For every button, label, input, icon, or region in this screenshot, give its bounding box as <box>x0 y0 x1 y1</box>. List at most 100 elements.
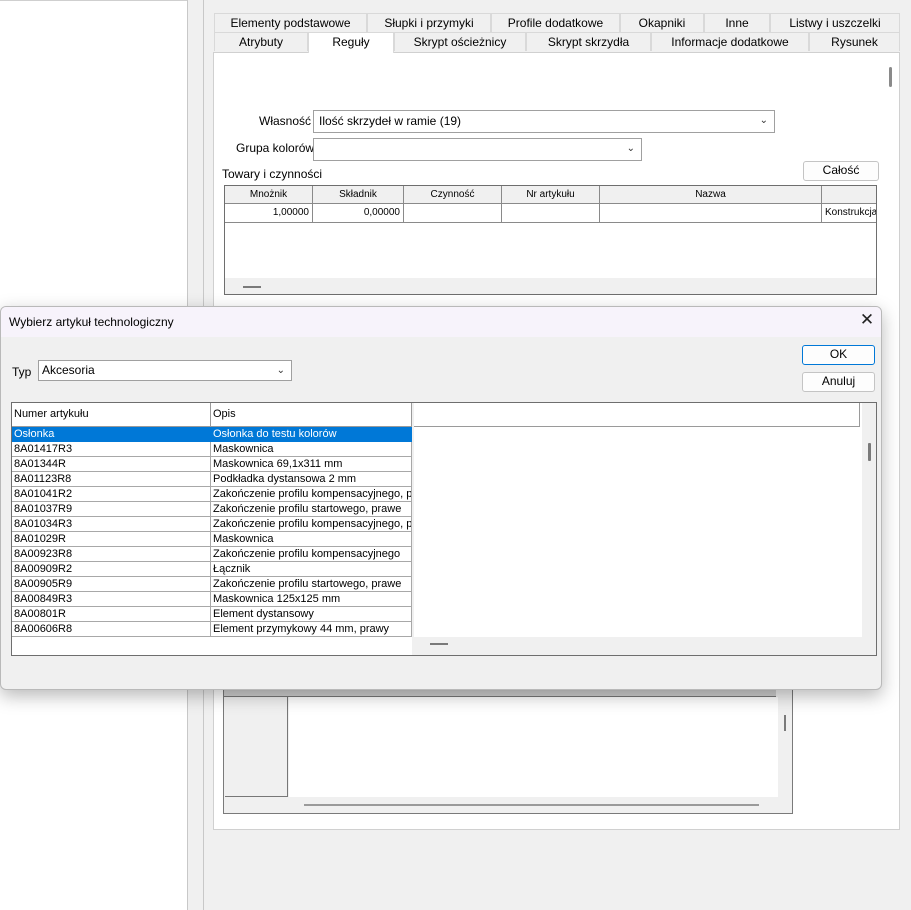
article-description: Zakończenie profilu kompensacyjnego, p <box>211 487 412 502</box>
tab-elementy-podstawowe[interactable]: Elementy podstawowe <box>214 13 367 32</box>
horizontal-scrollbar[interactable] <box>225 278 876 294</box>
panel-scrollbar-thumb[interactable] <box>889 67 892 87</box>
article-description: Łącznik <box>211 562 412 577</box>
chevron-down-icon: ⌄ <box>759 115 768 126</box>
color-group-select[interactable]: ⌄ <box>313 138 642 161</box>
list-item[interactable]: 8A01029R Maskownica <box>12 532 412 547</box>
list-item[interactable]: 8A00801R Element dystansowy <box>12 607 412 622</box>
article-number: 8A01034R3 <box>12 517 211 532</box>
lower-grid[interactable] <box>223 684 793 814</box>
list-item[interactable]: 8A00849R3 Maskownica 125x125 mm <box>12 592 412 607</box>
article-description: Podkładka dystansowa 2 mm <box>211 472 412 487</box>
article-description: Zakończenie profilu startowego, prawe <box>211 577 412 592</box>
article-number: Osłonka <box>12 427 211 442</box>
list-item[interactable]: 8A00606R8 Element przymykowy 44 mm, prawy <box>12 622 412 637</box>
list-item[interactable]: 8A01041R2 Zakończenie profilu kompensacyj… <box>12 487 412 502</box>
tab-reguly[interactable]: Reguły <box>308 32 394 53</box>
list-item[interactable]: 8A01034R3 Zakończenie profilu kompensacyj… <box>12 517 412 532</box>
article-description: Element dystansowy <box>211 607 412 622</box>
column-header[interactable]: Nazwa <box>600 186 822 204</box>
tab-okapniki[interactable]: Okapniki <box>620 13 704 32</box>
grid-cell[interactable]: 0,00000 <box>313 204 404 223</box>
column-header[interactable] <box>822 186 876 204</box>
article-description: Element przymykowy 44 mm, prawy <box>211 622 412 637</box>
article-description: Zakończenie profilu startowego, prawe <box>211 502 412 517</box>
type-select[interactable]: Akcesoria ⌄ <box>38 360 292 381</box>
list-item[interactable]: 8A01123R8 Podkładka dystansowa 2 mm <box>12 472 412 487</box>
tab-informacje-dodatkowe[interactable]: Informacje dodatkowe <box>651 32 809 51</box>
list-item[interactable]: 8A00909R2 Łącznik <box>12 562 412 577</box>
article-number: 8A00905R9 <box>12 577 211 592</box>
article-list[interactable]: Numer artykułu Opis Osłonka Osłonka do te… <box>11 402 877 656</box>
column-header[interactable]: Mnożnik <box>225 186 313 204</box>
lower-grid-row-header <box>225 697 288 797</box>
tab-inne[interactable]: Inne <box>704 13 770 32</box>
property-select[interactable]: Ilość skrzydeł w ramie (19) ⌄ <box>313 110 775 133</box>
article-number: 8A00801R <box>12 607 211 622</box>
article-description: Maskownica 69,1x311 mm <box>211 457 412 472</box>
article-number: 8A00923R8 <box>12 547 211 562</box>
tab-listwy[interactable]: Listwy i uszczelki <box>770 13 900 32</box>
article-description: Maskownica <box>211 532 412 547</box>
column-header[interactable]: Nr artykułu <box>502 186 600 204</box>
article-number: 8A00909R2 <box>12 562 211 577</box>
grid-cell[interactable]: 1,00000 <box>225 204 313 223</box>
all-button[interactable]: Całość <box>803 161 879 181</box>
article-number: 8A01041R2 <box>12 487 211 502</box>
tab-skrypt-skrzydla[interactable]: Skrypt skrzydła <box>526 32 651 51</box>
ok-button[interactable]: OK <box>802 345 875 365</box>
grid-cell[interactable] <box>502 204 600 223</box>
property-label: Własność <box>259 114 312 128</box>
article-number: 8A00849R3 <box>12 592 211 607</box>
tab-rysunek[interactable]: Rysunek <box>809 32 900 51</box>
article-description: Osłonka do testu kolorów <box>211 427 412 442</box>
column-header-number[interactable]: Numer artykułu <box>12 403 211 427</box>
color-group-label: Grupa kolorów <box>236 141 315 155</box>
article-description: Zakończenie profilu kompensacyjnego, p <box>211 517 412 532</box>
property-select-value: Ilość skrzydeł w ramie (19) <box>319 114 462 128</box>
grid-cell[interactable]: Konstrukcja <box>822 204 876 223</box>
article-description: Maskownica <box>211 442 412 457</box>
grid-cell[interactable] <box>404 204 502 223</box>
column-header-empty <box>414 403 860 427</box>
column-header[interactable]: Czynność <box>404 186 502 204</box>
scrollbar-thumb[interactable] <box>868 443 871 461</box>
list-empty-area <box>414 403 862 637</box>
article-number: 8A01344R <box>12 457 211 472</box>
list-item[interactable]: 8A00905R9 Zakończenie profilu startowego,… <box>12 577 412 592</box>
type-label: Typ <box>12 365 32 379</box>
scrollbar-thumb[interactable] <box>784 715 786 731</box>
list-item[interactable]: 8A01417R3 Maskownica <box>12 442 412 457</box>
type-select-value: Akcesoria <box>42 363 95 377</box>
select-article-dialog: Wybierz artykuł technologiczny ✕ Typ Akc… <box>0 306 882 690</box>
article-number: 8A00606R8 <box>12 622 211 637</box>
list-item[interactable]: 8A00923R8 Zakończenie profilu kompensacyj… <box>12 547 412 562</box>
lower-grid-body <box>289 697 778 797</box>
rules-grid[interactable]: Mnożnik Składnik Czynność Nr artykułu Na… <box>224 185 877 295</box>
article-number: 8A01037R9 <box>12 502 211 517</box>
list-item[interactable]: 8A01344R Maskownica 69,1x311 mm <box>12 457 412 472</box>
tab-atrybuty[interactable]: Atrybuty <box>214 32 308 51</box>
tab-profile-dodatkowe[interactable]: Profile dodatkowe <box>491 13 620 32</box>
dialog-title: Wybierz artykuł technologiczny <box>9 315 174 329</box>
article-description: Zakończenie profilu kompensacyjnego <box>211 547 412 562</box>
article-number: 8A01029R <box>12 532 211 547</box>
scrollbar-thumb[interactable] <box>243 286 261 288</box>
chevron-down-icon: ⌄ <box>626 143 635 154</box>
tab-slupki[interactable]: Słupki i przymyki <box>367 13 491 32</box>
close-icon[interactable]: ✕ <box>858 311 876 330</box>
tab-skrypt-oscieznicy[interactable]: Skrypt ościeżnicy <box>394 32 526 51</box>
chevron-down-icon: ⌄ <box>276 365 285 376</box>
article-number: 8A01417R3 <box>12 442 211 457</box>
scrollbar-thumb[interactable] <box>304 804 759 806</box>
article-number: 8A01123R8 <box>12 472 211 487</box>
cancel-button[interactable]: Anuluj <box>802 372 875 392</box>
goods-label: Towary i czynności <box>222 167 323 181</box>
scrollbar-thumb[interactable] <box>430 643 448 645</box>
column-header[interactable]: Składnik <box>313 186 404 204</box>
list-item[interactable]: Osłonka Osłonka do testu kolorów <box>12 427 412 442</box>
grid-cell[interactable] <box>600 204 822 223</box>
list-item[interactable]: 8A01037R9 Zakończenie profilu startowego,… <box>12 502 412 517</box>
column-header-description[interactable]: Opis <box>211 403 412 427</box>
article-description: Maskownica 125x125 mm <box>211 592 412 607</box>
